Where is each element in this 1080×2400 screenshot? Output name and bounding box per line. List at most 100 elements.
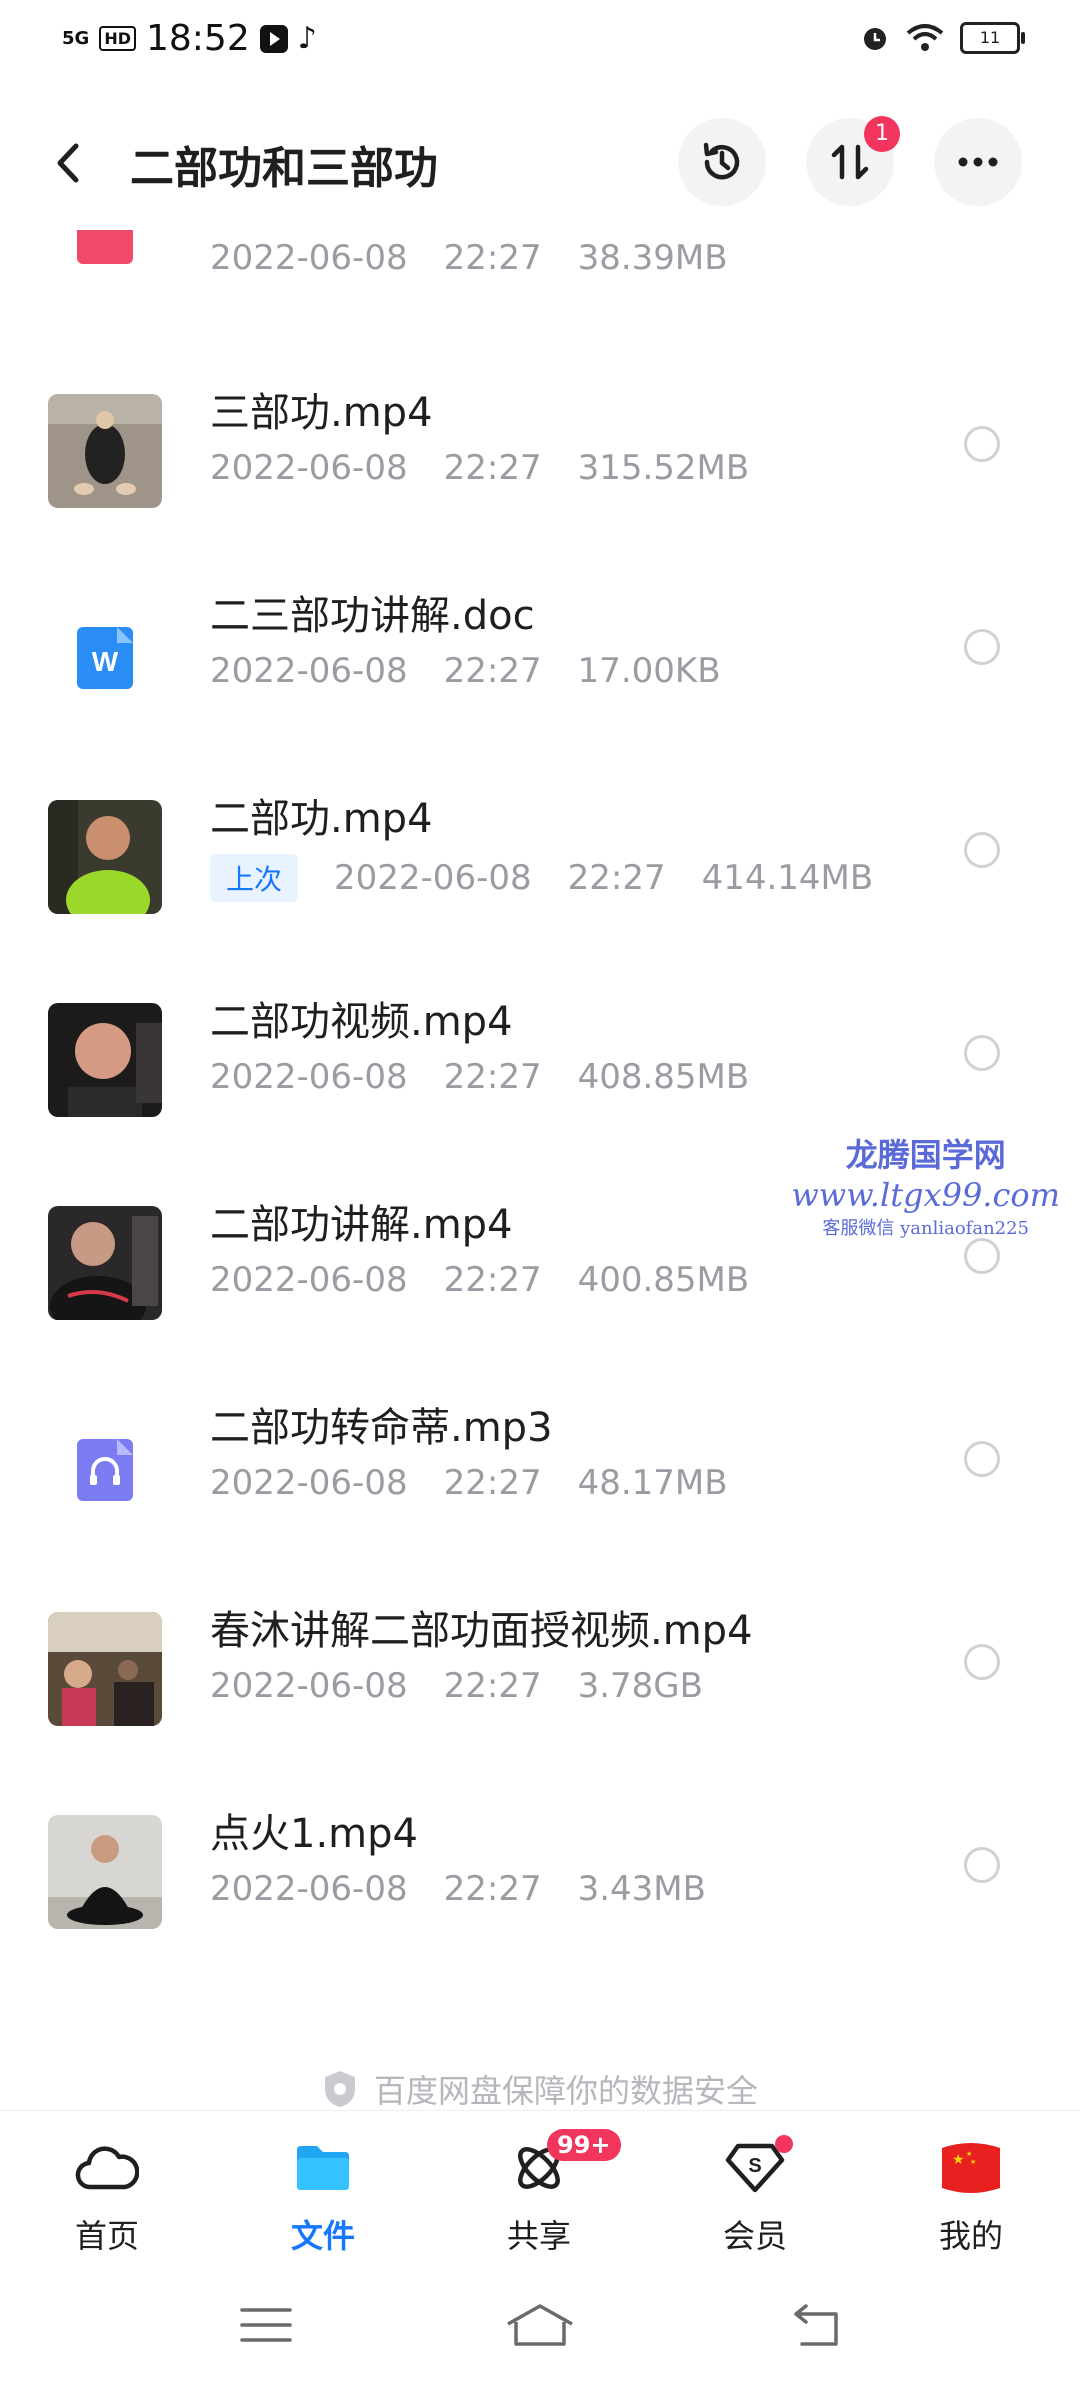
- file-time: 22:27: [443, 1057, 542, 1097]
- watermark: 龙腾国学网 www.ltgx99.com 客服微信 yanliaofan225: [791, 1136, 1060, 1239]
- tab-vip[interactable]: S 会员: [685, 2133, 825, 2257]
- network-indicator: 5G: [62, 27, 90, 49]
- file-date: 2022-06-08: [210, 238, 408, 278]
- select-radio[interactable]: [964, 1847, 1000, 1883]
- share-badge: 99+: [547, 2129, 621, 2161]
- file-size: 3.43MB: [577, 1869, 706, 1909]
- tab-label: 文件: [290, 2217, 355, 2255]
- file-size: 408.85MB: [577, 1057, 750, 1097]
- select-radio[interactable]: [964, 426, 1000, 462]
- file-size: 400.85MB: [577, 1260, 750, 1300]
- chevron-left-icon: [57, 143, 79, 183]
- select-radio[interactable]: [964, 1441, 1000, 1477]
- file-date: 2022-06-08: [210, 1666, 408, 1706]
- file-date: 2022-06-08: [210, 651, 408, 691]
- list-item[interactable]: 春沐讲解二部功面授视频.mp4 2022-06-08 22:27 3.78GB: [0, 1558, 1080, 1761]
- audio-file-icon: [77, 1439, 133, 1501]
- svg-text:W: W: [92, 646, 119, 677]
- tiktok-icon: ♪: [297, 21, 317, 56]
- select-radio[interactable]: [964, 1238, 1000, 1274]
- alarm-icon: [864, 28, 886, 50]
- file-time: 22:27: [443, 1666, 542, 1706]
- tab-label: 我的: [938, 2217, 1003, 2255]
- file-time: 22:27: [443, 1869, 542, 1909]
- word-doc-icon: W: [77, 627, 133, 689]
- file-date: 2022-06-08: [210, 448, 408, 488]
- file-size: 414.14MB: [701, 858, 874, 898]
- battery-indicator: 11: [960, 22, 1025, 54]
- list-item[interactable]: 2022-06-08 22:27 38.39MB: [0, 230, 1080, 307]
- list-item[interactable]: W 二三部功讲解.doc 2022-06-08 22:27 17.00KB: [0, 543, 1080, 746]
- video-thumbnail: [48, 800, 162, 914]
- more-button[interactable]: [934, 118, 1022, 206]
- more-dots-icon: [958, 157, 998, 167]
- file-size: 38.39MB: [577, 238, 728, 278]
- return-icon: [794, 2304, 838, 2346]
- tab-label: 会员: [722, 2217, 787, 2255]
- history-icon: [703, 142, 740, 180]
- cloud-icon: [75, 2146, 139, 2190]
- file-time: 22:27: [443, 1463, 542, 1503]
- home-icon: [507, 2304, 573, 2346]
- list-item[interactable]: 三部功.mp4 2022-06-08 22:27 315.52MB: [0, 340, 1080, 543]
- file-date: 2022-06-08: [334, 858, 532, 898]
- media-icon: [259, 24, 288, 53]
- select-radio[interactable]: [964, 832, 1000, 868]
- video-thumbnail: [48, 1206, 162, 1320]
- video-thumbnail: [48, 1815, 162, 1929]
- file-time: 22:27: [443, 651, 542, 691]
- file-size: 3.78GB: [577, 1666, 703, 1706]
- list-item[interactable]: 点火1.mp4 2022-06-08 22:27 3.43MB: [0, 1761, 1080, 1964]
- file-name: 二部功讲解.mp4: [210, 1202, 513, 1248]
- tab-share[interactable]: 99+ 共享: [469, 2129, 621, 2257]
- back-nav-button[interactable]: [786, 2300, 856, 2360]
- file-time: 22:27: [443, 1260, 542, 1300]
- file-time: 22:27: [443, 448, 542, 488]
- transfer-badge: 1: [864, 116, 900, 152]
- file-time: 22:27: [567, 858, 666, 898]
- list-item[interactable]: 二部功转命蒂.mp3 2022-06-08 22:27 48.17MB: [0, 1355, 1080, 1558]
- tab-mine[interactable]: ★ ★ ★ 我的: [901, 2133, 1041, 2257]
- file-name: 二部功.mp4: [210, 796, 433, 842]
- recent-apps-button[interactable]: [236, 2300, 306, 2360]
- flag-avatar-icon: ★ ★★: [942, 2143, 1000, 2193]
- svg-text:★: ★: [970, 2158, 976, 2166]
- shield-icon: [324, 2071, 355, 2107]
- transfer-button[interactable]: 1: [806, 116, 900, 206]
- file-icon: [77, 230, 133, 264]
- menu-icon: [240, 2308, 292, 2342]
- file-date: 2022-06-08: [210, 1260, 408, 1300]
- select-radio[interactable]: [964, 1035, 1000, 1071]
- history-button[interactable]: [678, 118, 766, 206]
- hd-indicator: HD: [99, 26, 136, 51]
- tab-files[interactable]: 文件: [253, 2133, 393, 2257]
- tab-label: 首页: [74, 2217, 139, 2255]
- file-time: 22:27: [443, 238, 542, 278]
- folder-icon: [297, 2146, 349, 2190]
- video-thumbnail: [48, 1003, 162, 1117]
- svg-text:S: S: [748, 2155, 761, 2177]
- file-name: 点火1.mp4: [210, 1811, 418, 1857]
- page-title: 二部功和三部功: [130, 143, 438, 194]
- tab-home[interactable]: 首页: [37, 2133, 177, 2257]
- svg-text:★: ★: [952, 2152, 965, 2168]
- notification-dot: [775, 2135, 793, 2153]
- svg-text:★: ★: [966, 2150, 972, 2158]
- status-time: 18:52: [145, 18, 250, 59]
- home-button[interactable]: [502, 2300, 573, 2360]
- last-viewed-tag: 上次: [210, 854, 299, 902]
- back-button[interactable]: [46, 138, 96, 188]
- list-item[interactable]: 二部功.mp4 上次 2022-06-08 22:27 414.14MB: [0, 746, 1080, 949]
- list-item[interactable]: 二部功视频.mp4 2022-06-08 22:27 408.85MB: [0, 949, 1080, 1152]
- status-bar: 5G HD 18:52 ♪ 11: [0, 0, 1080, 80]
- file-date: 2022-06-08: [210, 1057, 408, 1097]
- file-size: 315.52MB: [577, 448, 750, 488]
- bottom-tab-bar: 首页 文件 99+ 共享 S 会员 ★ ★ ★ 我的: [0, 2110, 1080, 2261]
- select-radio[interactable]: [964, 629, 1000, 665]
- select-radio[interactable]: [964, 1644, 1000, 1680]
- file-size: 17.00KB: [577, 651, 721, 691]
- file-name: 二三部功讲解.doc: [210, 593, 535, 639]
- file-name: 二部功转命蒂.mp3: [210, 1405, 553, 1451]
- system-nav-bar: [0, 2260, 1080, 2400]
- wifi-icon: [906, 24, 944, 51]
